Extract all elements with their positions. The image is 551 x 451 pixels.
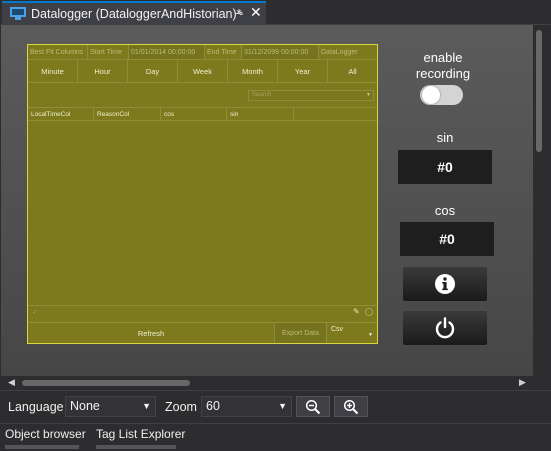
best-fit-columns-button[interactable]: Best Fit Columns [28, 45, 88, 59]
language-value: None [70, 399, 100, 413]
language-select[interactable]: None ▼ [65, 396, 156, 417]
range-hour-button[interactable]: Hour [78, 60, 128, 82]
bottom-panel-tabs: Object browser Tag List Explorer [0, 423, 551, 451]
zoom-in-button[interactable] [334, 396, 368, 417]
column-header[interactable]: sin [227, 108, 294, 120]
designer-toolbar: Language : None ▼ Zoom : 60 ▼ [0, 390, 551, 422]
table-name-field[interactable]: DataLogger [319, 45, 377, 59]
range-week-button[interactable]: Week [178, 60, 228, 82]
horizontal-scrollbar-thumb[interactable] [22, 380, 190, 386]
power-button[interactable] [403, 311, 487, 345]
time-range-bar: Minute Hour Day Week Month Year All [28, 59, 377, 83]
column-header[interactable]: LocalTimeCol [28, 108, 94, 120]
info-icon [435, 274, 455, 294]
grid-scrollbar[interactable] [371, 121, 377, 305]
end-time-label: End Time [205, 45, 242, 59]
zoom-out-icon [305, 399, 321, 414]
grid-footer: ✓ ✎ [28, 305, 377, 319]
export-format-select[interactable]: Csv ▼ [327, 323, 377, 343]
tab-tag-list-explorer-indicator [96, 445, 176, 449]
zoom-label: Zoom : [165, 400, 204, 414]
zoom-out-button[interactable] [296, 396, 330, 417]
export-format-value: Csv [331, 326, 344, 333]
cancel-icon[interactable] [365, 308, 373, 316]
column-header[interactable]: ReasonCol [94, 108, 161, 120]
cos-label: cos [434, 203, 456, 218]
document-tab-title: Datalogger (DataloggerAndHistorian)* [31, 6, 242, 21]
close-icon[interactable]: ✕ [250, 5, 262, 21]
check-icon[interactable]: ✓ [32, 308, 38, 316]
document-tab[interactable]: Datalogger (DataloggerAndHistorian)* ⊸ ✕ [2, 1, 266, 24]
chevron-down-icon: ▼ [278, 401, 287, 411]
column-header[interactable] [294, 108, 377, 120]
pin-icon[interactable]: ⊸ [234, 7, 243, 20]
end-time-field[interactable]: 31/12/2099 00:00:00 [242, 45, 319, 59]
enable-recording-label: enable recording [395, 50, 491, 82]
enable-label-line2: recording [415, 66, 471, 81]
document-tab-bar: Datalogger (DataloggerAndHistorian)* ⊸ ✕ [0, 0, 551, 24]
info-button[interactable] [403, 267, 487, 301]
range-year-button[interactable]: Year [278, 60, 328, 82]
export-data-button[interactable]: Export Data [275, 323, 327, 343]
range-all-button[interactable]: All [328, 60, 377, 82]
datalogger-control[interactable]: Best Fit Columns Start Time 01/01/2014 0… [27, 44, 378, 344]
tab-tag-list-explorer[interactable]: Tag List Explorer [96, 427, 185, 441]
range-month-button[interactable]: Month [228, 60, 278, 82]
refresh-button[interactable]: Refresh [28, 323, 275, 343]
grid-header: LocalTimeCol ReasonCol cos sin [28, 107, 377, 121]
vertical-scrollbar-thumb[interactable] [536, 30, 542, 152]
monitor-icon [10, 7, 26, 20]
toggle-knob [422, 86, 440, 104]
designer-window: Datalogger (DataloggerAndHistorian)* ⊸ ✕… [0, 0, 551, 451]
cos-value-display: #0 [400, 222, 494, 256]
chevron-down-icon: ▼ [366, 92, 371, 98]
chevron-down-icon: ▼ [368, 332, 373, 338]
column-header[interactable]: cos [161, 108, 227, 120]
start-time-label: Start Time [88, 45, 129, 59]
zoom-in-icon [343, 399, 359, 414]
pencil-icon[interactable]: ✎ [353, 307, 360, 316]
datalogger-toolbar: Best Fit Columns Start Time 01/01/2014 0… [28, 45, 377, 59]
search-placeholder: Search [252, 92, 272, 98]
start-time-field[interactable]: 01/01/2014 00:00:00 [129, 45, 205, 59]
sin-label: sin [436, 130, 454, 145]
enable-label-line1: enable [423, 50, 463, 65]
language-label: Language : [8, 400, 71, 414]
range-minute-button[interactable]: Minute [28, 60, 78, 82]
scroll-right-icon[interactable]: ▶ [519, 378, 526, 388]
chevron-down-icon: ▼ [142, 401, 151, 411]
zoom-select[interactable]: 60 ▼ [201, 396, 292, 417]
scroll-left-icon[interactable]: ◀ [8, 378, 15, 388]
sin-value-display: #0 [398, 150, 492, 184]
datalogger-actions: Refresh Export Data Csv ▼ [28, 322, 377, 343]
tab-object-browser-indicator [5, 445, 79, 449]
power-icon [435, 317, 455, 339]
recording-toggle[interactable] [420, 85, 463, 105]
zoom-value: 60 [206, 399, 220, 413]
search-input[interactable]: Search ▼ [248, 90, 374, 101]
range-day-button[interactable]: Day [128, 60, 178, 82]
tab-object-browser[interactable]: Object browser [5, 427, 86, 441]
